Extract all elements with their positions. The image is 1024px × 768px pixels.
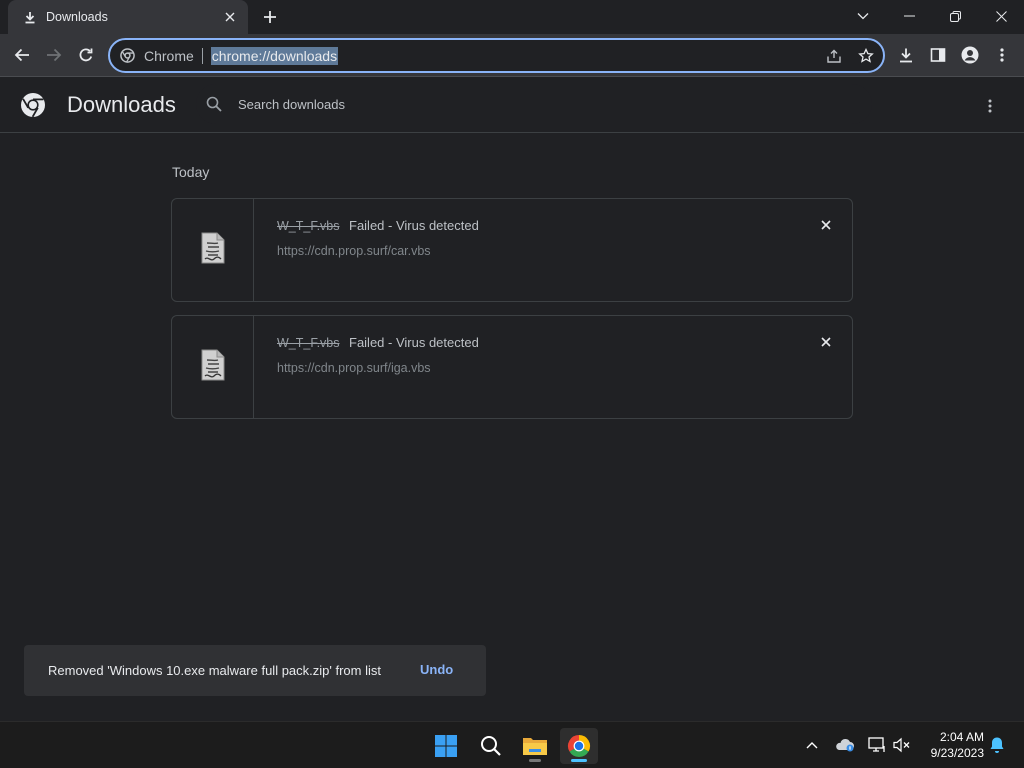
new-tab-button[interactable]: [258, 6, 282, 28]
network-icon[interactable]: [866, 732, 888, 758]
chip-divider: [201, 47, 203, 64]
search-icon[interactable]: [472, 728, 510, 764]
running-indicator: [529, 759, 541, 762]
close-icon[interactable]: [978, 0, 1024, 32]
search-box[interactable]: [196, 84, 872, 124]
script-file-icon: [200, 232, 226, 269]
file-icon-container: [172, 316, 254, 418]
bookmark-star-icon[interactable]: [855, 45, 877, 67]
file-name[interactable]: W_T_F.vbs: [277, 219, 340, 233]
remove-item-icon[interactable]: [816, 215, 836, 235]
search-icon: [206, 95, 224, 113]
file-name[interactable]: W_T_F.vbs: [277, 336, 340, 350]
forward-icon[interactable]: [39, 40, 69, 70]
downloads-header: Downloads: [0, 78, 1024, 133]
clock-time: 2:04 AM: [939, 730, 984, 744]
reload-icon[interactable]: [71, 40, 101, 70]
source-url[interactable]: https://cdn.prop.surf/iga.vbs: [277, 361, 431, 375]
download-status: Failed - Virus detected: [349, 218, 479, 233]
download-status: Failed - Virus detected: [349, 335, 479, 350]
share-icon[interactable]: [823, 45, 845, 67]
download-item: W_T_F.vbs Failed - Virus detected https:…: [171, 198, 853, 302]
clock-date: 9/23/2023: [930, 746, 984, 760]
address-bar[interactable]: Chrome chrome://downloads: [108, 38, 885, 73]
active-indicator: [571, 759, 587, 762]
browser-toolbar: Chrome chrome://downloads: [0, 34, 1024, 77]
chevron-up-icon[interactable]: [801, 732, 823, 758]
omnibox-actions: [823, 40, 877, 71]
downloads-icon[interactable]: [891, 40, 921, 70]
profile-icon[interactable]: [955, 40, 985, 70]
clock[interactable]: 2:04 AM 9/23/2023: [918, 729, 984, 761]
source-url[interactable]: https://cdn.prop.surf/car.vbs: [277, 244, 431, 258]
removed-toast: Removed 'Windows 10.exe malware full pac…: [24, 645, 486, 696]
restore-icon[interactable]: [932, 0, 978, 32]
tab-strip: Downloads: [0, 0, 1024, 34]
page-title: Downloads: [67, 92, 176, 117]
url-text[interactable]: chrome://downloads: [210, 46, 339, 65]
date-group-label: Today: [172, 164, 210, 180]
undo-button[interactable]: Undo: [420, 662, 453, 677]
download-item: W_T_F.vbs Failed - Virus detected https:…: [171, 315, 853, 419]
toast-message: Removed 'Windows 10.exe malware full pac…: [48, 663, 381, 678]
tab-title: Downloads: [46, 10, 108, 24]
download-icon: [22, 9, 38, 25]
chrome-logo-icon: [20, 92, 46, 118]
windows-start-icon[interactable]: [427, 728, 465, 764]
tab-close-icon[interactable]: [222, 9, 238, 25]
onedrive-icon[interactable]: [834, 732, 856, 758]
script-file-icon: [200, 349, 226, 386]
minimize-icon[interactable]: [886, 0, 932, 32]
chrome-site-icon: [120, 48, 136, 64]
back-icon[interactable]: [7, 40, 37, 70]
site-chip: Chrome: [144, 47, 194, 64]
windows-taskbar: 2:04 AM 9/23/2023: [0, 721, 1024, 768]
volume-mute-icon[interactable]: [891, 732, 913, 758]
notification-bell-icon[interactable]: [986, 732, 1008, 758]
menu-icon[interactable]: [987, 40, 1017, 70]
remove-item-icon[interactable]: [816, 332, 836, 352]
more-actions-icon[interactable]: [978, 94, 1002, 118]
tab-search-icon[interactable]: [840, 0, 886, 32]
side-panel-icon[interactable]: [923, 40, 953, 70]
file-explorer-icon[interactable]: [516, 728, 554, 764]
search-input[interactable]: [238, 96, 798, 112]
chrome-icon[interactable]: [560, 728, 598, 764]
tab-downloads[interactable]: Downloads: [8, 0, 248, 34]
file-icon-container: [172, 199, 254, 301]
